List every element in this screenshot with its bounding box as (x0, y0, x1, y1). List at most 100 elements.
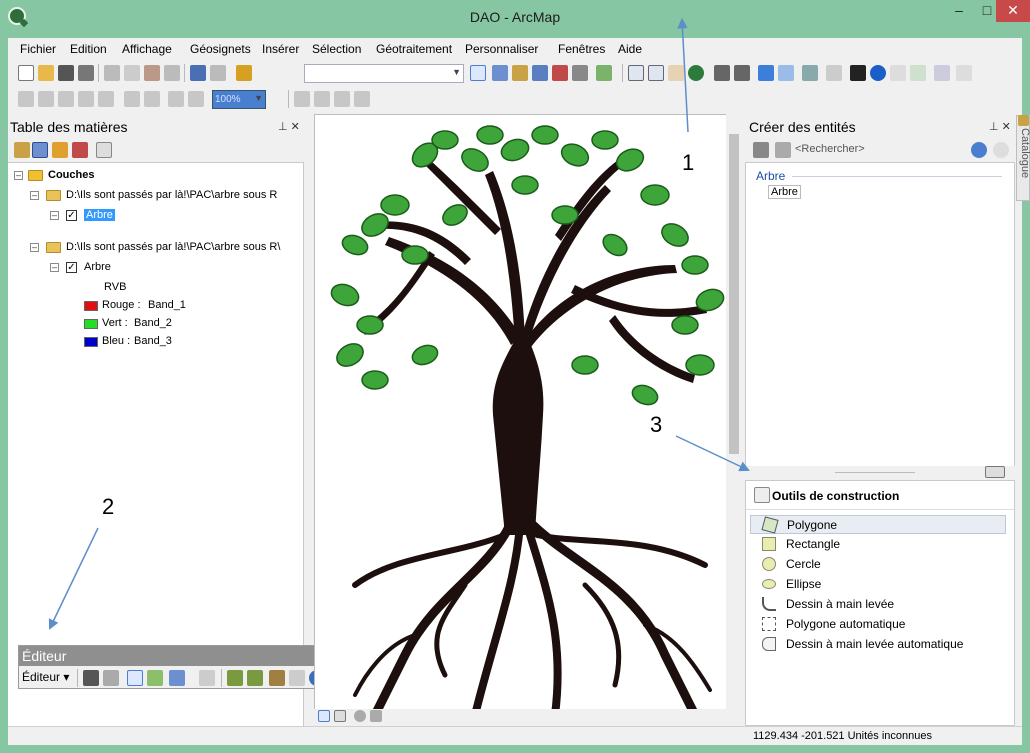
cut-icon[interactable] (104, 65, 120, 81)
split-icon[interactable] (289, 670, 305, 686)
straight-segment-icon[interactable] (127, 670, 143, 686)
redo-icon[interactable] (210, 65, 226, 81)
forward-arrow-icon[interactable] (778, 65, 794, 81)
reshape-feature-icon[interactable] (247, 670, 263, 686)
zoom-in-icon[interactable] (628, 65, 644, 81)
modelbuilder-icon[interactable] (596, 65, 612, 81)
toc-group2-path[interactable]: D:\Ils sont passés par là!\PAC\arbre sou… (66, 241, 280, 253)
html-popup-icon[interactable] (910, 65, 926, 81)
tool-ellipse[interactable]: Ellipse (750, 575, 1006, 594)
tool-cercle[interactable]: Cercle (750, 555, 1006, 574)
save-icon[interactable] (58, 65, 74, 81)
refresh-icon[interactable] (354, 710, 366, 722)
focus-data-frame-icon[interactable] (314, 91, 330, 107)
map-scale-combo[interactable]: ▼ (304, 64, 464, 83)
blue-band-swatch[interactable] (84, 337, 98, 347)
template-item-arbre[interactable]: Arbre (768, 185, 801, 199)
paste-icon[interactable] (144, 65, 160, 81)
fixed-zoom-in-layout-icon[interactable] (124, 91, 140, 107)
catalog-icon[interactable] (512, 65, 528, 81)
title-bar[interactable]: DAO - ArcMap – □ ✕ (0, 0, 1030, 38)
toc-pin-close[interactable]: ⊥ ✕ (278, 120, 300, 133)
menu-affichage[interactable]: Affichage (122, 42, 172, 56)
fixed-zoom-out-layout-icon[interactable] (144, 91, 160, 107)
tool-rectangle[interactable]: Rectangle (750, 535, 1006, 554)
layout-pan-icon[interactable] (58, 91, 74, 107)
menu-inserer[interactable]: Insérer (262, 42, 299, 56)
collapse-pane-icon[interactable] (985, 466, 1005, 478)
menu-aide[interactable]: Aide (618, 42, 642, 56)
pause-drawing-icon[interactable] (370, 710, 382, 722)
select-elements-arrow-icon[interactable] (850, 65, 866, 81)
templates-view-icon[interactable] (775, 142, 791, 158)
zoom-out-icon[interactable] (648, 65, 664, 81)
layout-view-icon[interactable] (334, 710, 346, 722)
toc-layer-arbre[interactable]: Arbre (84, 261, 111, 273)
trace-icon[interactable] (169, 670, 185, 686)
zoom-percent-combo[interactable]: 100% ▼ (212, 90, 266, 109)
list-by-selection-icon[interactable] (72, 142, 88, 158)
print-icon[interactable] (78, 65, 94, 81)
search-icon[interactable] (971, 142, 987, 158)
list-by-drawing-order-icon[interactable] (14, 142, 30, 158)
measure-icon[interactable] (934, 65, 950, 81)
delete-icon[interactable] (164, 65, 180, 81)
hyperlink-icon[interactable] (890, 65, 906, 81)
edit-vertices-icon[interactable] (227, 670, 243, 686)
layer-visibility-checkbox[interactable]: ✓ (66, 210, 77, 221)
layout-zoom-out-icon[interactable] (38, 91, 54, 107)
collapse-icon[interactable]: – (30, 191, 39, 200)
collapse-icon[interactable]: – (50, 263, 59, 272)
collapse-icon[interactable]: – (14, 171, 23, 180)
toc-group1-path[interactable]: D:\Ils sont passés par là!\PAC\arbre sou… (66, 189, 277, 201)
toc-layer-arbre-selected[interactable]: Arbre (84, 209, 115, 221)
red-band-swatch[interactable] (84, 301, 98, 311)
list-by-visibility-icon[interactable] (52, 142, 68, 158)
search-window-icon[interactable] (532, 65, 548, 81)
previous-extent-icon[interactable] (168, 91, 184, 107)
menu-geosignets[interactable]: Géosignets (190, 42, 251, 56)
table-icon[interactable] (492, 65, 508, 81)
menu-edition[interactable]: Edition (70, 42, 107, 56)
clear-search-icon[interactable] (993, 142, 1009, 158)
editor-toolbar-icon[interactable] (470, 65, 486, 81)
toggle-draft-mode-icon[interactable] (294, 91, 310, 107)
menu-fichier[interactable]: Fichier (20, 42, 56, 56)
list-by-source-icon[interactable] (32, 142, 48, 158)
undo-icon[interactable] (190, 65, 206, 81)
tool-dessin-main-levee[interactable]: Dessin à main levée (750, 595, 1006, 614)
fixed-zoom-in-icon[interactable] (714, 65, 730, 81)
menu-personnaliser[interactable]: Personnaliser (465, 42, 538, 56)
layout-zoom-in-icon[interactable] (18, 91, 34, 107)
close-button[interactable]: ✕ (996, 0, 1030, 22)
collapse-icon[interactable]: – (30, 243, 39, 252)
data-driven-pages-icon[interactable] (354, 91, 370, 107)
end-point-arc-icon[interactable] (147, 670, 163, 686)
back-arrow-icon[interactable] (758, 65, 774, 81)
identify-icon[interactable] (870, 65, 886, 81)
fixed-zoom-out-icon[interactable] (734, 65, 750, 81)
organize-templates-icon[interactable] (753, 142, 769, 158)
layer-visibility-checkbox[interactable]: ✓ (66, 262, 77, 273)
edit-tool-arrow-icon[interactable] (83, 670, 99, 686)
tool-polygone[interactable]: Polygone (750, 515, 1006, 534)
data-view-icon[interactable] (318, 710, 330, 722)
edit-annotation-icon[interactable] (103, 670, 119, 686)
menu-fenetres[interactable]: Fenêtres (558, 42, 605, 56)
green-band-swatch[interactable] (84, 319, 98, 329)
catalog-side-tab[interactable]: Catalogue (1016, 115, 1030, 201)
zoom-whole-page-icon[interactable] (78, 91, 94, 107)
template-search-input[interactable]: <Rechercher> (795, 143, 965, 159)
full-extent-globe-icon[interactable] (688, 65, 704, 81)
editor-menu-button[interactable]: Éditeur ▾ (22, 670, 69, 684)
menu-geotraitement[interactable]: Géotraitement (376, 42, 452, 56)
find-icon[interactable] (956, 65, 972, 81)
select-features-icon[interactable] (802, 65, 818, 81)
create-pin-close[interactable]: ⊥ ✕ (989, 120, 1011, 133)
cut-polygons-icon[interactable] (269, 670, 285, 686)
python-window-icon[interactable] (572, 65, 588, 81)
collapse-icon[interactable]: – (50, 211, 59, 220)
pane-splitter[interactable] (745, 466, 1015, 480)
arctoolbox-icon[interactable] (552, 65, 568, 81)
pan-hand-icon[interactable] (668, 65, 684, 81)
